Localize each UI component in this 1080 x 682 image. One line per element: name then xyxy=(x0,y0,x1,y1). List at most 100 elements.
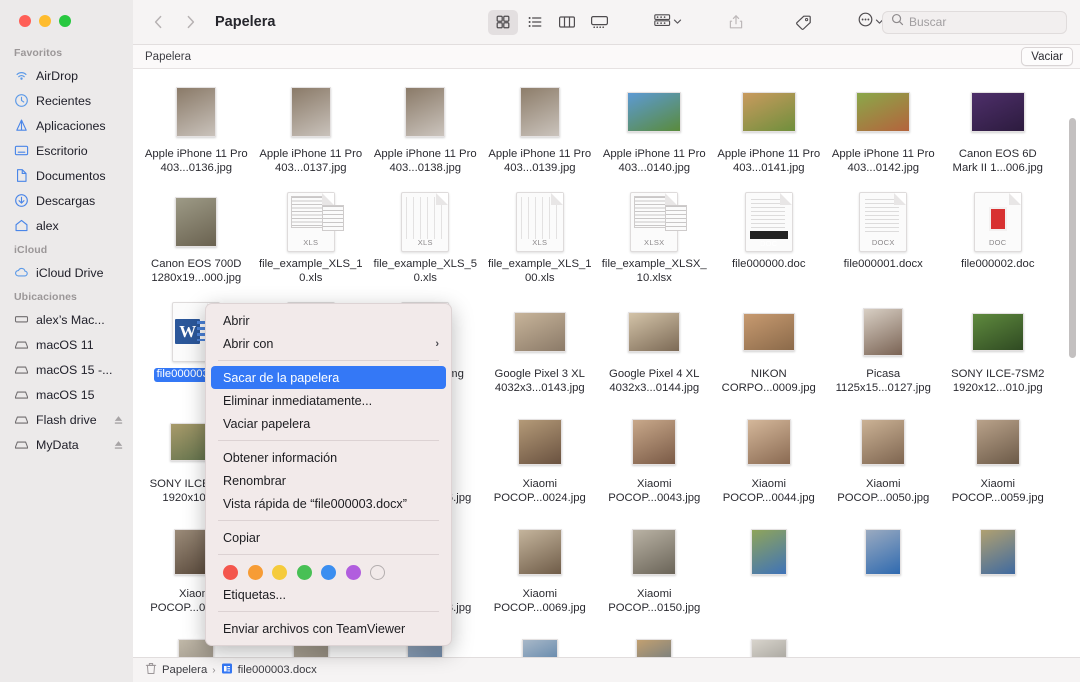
tag-button[interactable] xyxy=(788,10,818,35)
file-grid-item[interactable] xyxy=(712,515,827,625)
context-menu-item[interactable]: Vista rápida de “file000003.docx” xyxy=(206,492,451,515)
sidebar-item-mydata[interactable]: MyData xyxy=(0,432,133,457)
sidebar-item-alex[interactable]: alex xyxy=(0,213,133,238)
back-button[interactable] xyxy=(145,9,171,35)
tag-color-dot[interactable] xyxy=(272,565,287,580)
file-thumbnail xyxy=(175,191,218,253)
file-grid-item[interactable]: Picasa 1125x15...0127.jpg xyxy=(826,295,941,405)
close-window-button[interactable] xyxy=(19,15,31,27)
sidebar-item-macos-11[interactable]: macOS 11 xyxy=(0,332,133,357)
file-grid-item[interactable]: Apple iPhone 11 Pro 403...0139.jpg xyxy=(483,75,598,185)
search-field[interactable] xyxy=(882,10,1067,34)
tag-color-dot[interactable] xyxy=(247,565,263,580)
context-menu-item[interactable]: Etiquetas... xyxy=(206,583,451,606)
file-grid-item[interactable]: Xiaomi POCOP...0044.jpg xyxy=(712,405,827,515)
sidebar-item-alexs-mac[interactable]: alex’s Mac... xyxy=(0,307,133,332)
search-input[interactable] xyxy=(909,15,1049,29)
file-grid-item[interactable]: Xiaomi POCOP...0059.jpg xyxy=(941,405,1056,515)
file-grid-item[interactable]: XLSX file_example_XLSX_10.xlsx xyxy=(597,185,712,295)
context-menu-item[interactable]: Abrir con › xyxy=(206,332,451,355)
file-grid-item[interactable] xyxy=(597,625,712,657)
file-grid-item[interactable]: Apple iPhone 11 Pro 403...0137.jpg xyxy=(254,75,369,185)
file-grid-item[interactable]: XLS file_example_XLS_50.xls xyxy=(368,185,483,295)
chevron-down-icon xyxy=(673,17,682,28)
file-grid-item[interactable] xyxy=(712,625,827,657)
vertical-scrollbar[interactable] xyxy=(1069,118,1076,358)
photo-thumbnail xyxy=(861,419,906,465)
context-menu-item[interactable]: Obtener información xyxy=(206,446,451,469)
file-grid-item[interactable]: Apple iPhone 11 Pro 403...0141.jpg xyxy=(712,75,827,185)
sidebar-item-escritorio[interactable]: Escritorio xyxy=(0,138,133,163)
file-grid-item[interactable] xyxy=(941,515,1056,625)
view-as-list-button[interactable] xyxy=(520,10,550,35)
context-menu-item[interactable]: Renombrar xyxy=(206,469,451,492)
view-as-gallery-button[interactable] xyxy=(584,10,614,35)
tag-color-dot[interactable] xyxy=(370,565,385,580)
share-button[interactable] xyxy=(721,10,751,35)
file-grid-item[interactable]: Xiaomi POCOP...0069.jpg xyxy=(483,515,598,625)
path-separator: › xyxy=(212,664,216,676)
file-grid-item[interactable]: Xiaomi POCOP...0050.jpg xyxy=(826,405,941,515)
maximize-window-button[interactable] xyxy=(59,15,71,27)
file-thumbnail xyxy=(517,521,562,583)
empty-trash-button[interactable]: Vaciar xyxy=(1021,47,1073,66)
file-grid-item[interactable]: Xiaomi POCOP...0043.jpg xyxy=(597,405,712,515)
file-grid-item[interactable]: Apple iPhone 11 Pro 403...0142.jpg xyxy=(826,75,941,185)
file-grid-item[interactable]: Apple iPhone 11 Pro 403...0136.jpg xyxy=(139,75,254,185)
context-menu-item[interactable]: Copiar xyxy=(206,526,451,549)
sidebar-section-favoritos: Favoritos AirDrop Recientes Aplicaciones xyxy=(0,47,133,238)
context-menu-item[interactable]: Abrir xyxy=(206,309,451,332)
sidebar-item-flash-drive[interactable]: Flash drive xyxy=(0,407,133,432)
group-by-button[interactable] xyxy=(651,10,684,35)
view-as-columns-button[interactable] xyxy=(552,10,582,35)
file-grid-item[interactable] xyxy=(483,625,598,657)
sidebar-item-macos-15-dash[interactable]: macOS 15 -... xyxy=(0,357,133,382)
file-grid-item[interactable]: Google Pixel 4 XL 4032x3...0144.jpg xyxy=(597,295,712,405)
sidebar-item-airdrop[interactable]: AirDrop xyxy=(0,63,133,88)
view-as-icons-button[interactable] xyxy=(488,9,518,35)
file-thumbnail xyxy=(632,411,677,473)
file-grid-item[interactable]: Canon EOS 700D 1280x19...000.jpg xyxy=(139,185,254,295)
file-grid-item[interactable]: DOCX file000001.docx xyxy=(826,185,941,295)
sidebar-item-aplicaciones[interactable]: Aplicaciones xyxy=(0,113,133,138)
sidebar-item-recientes[interactable]: Recientes xyxy=(0,88,133,113)
sidebar-item-icloud-drive[interactable]: iCloud Drive xyxy=(0,260,133,285)
tag-color-dot[interactable] xyxy=(296,565,312,580)
path-item-trash[interactable]: Papelera xyxy=(145,662,207,678)
forward-button[interactable] xyxy=(177,9,203,35)
file-name-label: Xiaomi POCOP...0043.jpg xyxy=(608,478,701,504)
file-grid-item[interactable]: Google Pixel 3 XL 4032x3...0143.jpg xyxy=(483,295,598,405)
context-menu-item[interactable]: Sacar de la papelera xyxy=(211,366,446,389)
document-icon xyxy=(13,168,29,184)
file-grid-item[interactable]: SONY ILCE-7SM2 1920x12...010.jpg xyxy=(941,295,1056,405)
file-grid-item[interactable]: Apple iPhone 11 Pro 403...0140.jpg xyxy=(597,75,712,185)
sidebar-item-macos-15[interactable]: macOS 15 xyxy=(0,382,133,407)
minimize-window-button[interactable] xyxy=(39,15,51,27)
file-grid-item[interactable]: NIKON CORPO...0009.jpg xyxy=(712,295,827,405)
eject-icon[interactable] xyxy=(113,414,124,425)
file-grid-item[interactable]: DOC file000002.doc xyxy=(941,185,1056,295)
context-menu[interactable]: Abrir Abrir con › Sacar de la papelera Elimi… xyxy=(205,303,452,646)
context-menu-item[interactable]: Enviar archivos con TeamViewer xyxy=(206,617,451,640)
context-menu-item[interactable]: Eliminar inmediatamente... xyxy=(206,389,451,412)
file-thumbnail xyxy=(636,631,673,657)
tag-color-dot[interactable] xyxy=(321,565,336,580)
tag-color-dot[interactable] xyxy=(345,565,361,580)
file-grid-item[interactable]: Xiaomi POCOP...0150.jpg xyxy=(597,515,712,625)
eject-icon[interactable] xyxy=(113,439,124,450)
file-grid-item[interactable]: XLS file_example_XLS_10.xls xyxy=(254,185,369,295)
home-icon xyxy=(13,218,29,234)
path-item-file[interactable]: file000003.docx xyxy=(221,662,317,678)
tag-color-dot[interactable] xyxy=(223,565,238,580)
sidebar-item-descargas[interactable]: Descargas xyxy=(0,188,133,213)
file-grid-item[interactable]: Xiaomi POCOP...0024.jpg xyxy=(483,405,598,515)
file-grid-item[interactable]: Apple iPhone 11 Pro 403...0138.jpg xyxy=(368,75,483,185)
photo-thumbnail xyxy=(632,529,677,575)
file-grid-item[interactable]: Canon EOS 6D Mark II 1...006.jpg xyxy=(941,75,1056,185)
context-menu-item[interactable]: Vaciar papelera xyxy=(206,412,451,435)
file-grid-item[interactable]: DOC file000000.doc xyxy=(712,185,827,295)
photo-thumbnail xyxy=(517,419,562,465)
sidebar-item-documentos[interactable]: Documentos xyxy=(0,163,133,188)
file-grid-item[interactable]: XLS file_example_XLS_100.xls xyxy=(483,185,598,295)
file-grid-item[interactable] xyxy=(826,515,941,625)
